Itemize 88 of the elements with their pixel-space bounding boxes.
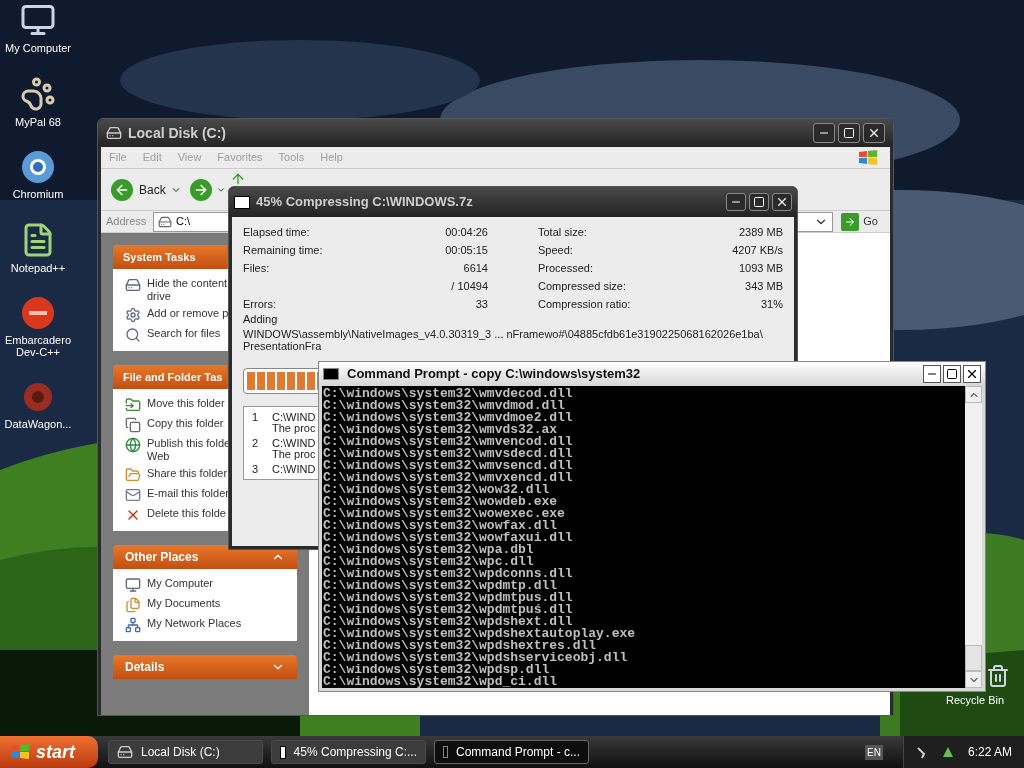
stat-label: Speed: bbox=[538, 242, 573, 258]
console-line: C:\windows\system32\wowfaxui.dll bbox=[323, 532, 573, 544]
error-path: C:\WIND bbox=[272, 436, 316, 448]
console-line: C:\windows\system32\wowexec.exe bbox=[323, 508, 565, 520]
stat-value: 00:04:26 bbox=[445, 224, 488, 240]
task-link[interactable]: Copy this folder bbox=[147, 417, 224, 430]
console-line: C:\windows\system32\wow32.dll bbox=[323, 484, 550, 496]
window-title: 45% Compressing C:\WINDOWS.7z bbox=[256, 193, 473, 212]
console-line: C:\windows\system32\wowfax.dll bbox=[323, 520, 558, 532]
go-button[interactable]: Go bbox=[837, 212, 882, 231]
taskbar-button[interactable]: 45% Compressing C:... bbox=[271, 740, 426, 764]
stat-label: Elapsed time: bbox=[243, 224, 310, 240]
panel-header[interactable]: File and Folder Tas bbox=[113, 365, 227, 389]
stat-value: 4207 KB/s bbox=[732, 242, 783, 258]
address-label: Address bbox=[105, 214, 148, 230]
console-line: C:\windows\system32\wmvsdecd.dll bbox=[323, 448, 573, 460]
task-link[interactable]: E-mail this folder bbox=[147, 487, 229, 500]
console-line: C:\windows\system32\wpc.dll bbox=[323, 556, 534, 568]
desktop-icon-label[interactable]: Chromium bbox=[0, 188, 76, 200]
console-line: C:\windows\system32\wpdsp.dll bbox=[323, 664, 550, 676]
task-link[interactable]: Move this folder bbox=[147, 397, 225, 410]
desktop-icon-label[interactable]: My Computer bbox=[0, 42, 76, 54]
desktop-icon-label[interactable]: Embarcadero Dev-C++ bbox=[0, 334, 76, 358]
task-link[interactable]: Hide the content drive bbox=[147, 277, 228, 303]
console-line: C:\windows\system32\wpd_ci.dll bbox=[323, 676, 558, 688]
console-line: C:\windows\system32\wpdshextres.dll bbox=[323, 640, 597, 652]
desktop-icon-label[interactable]: Notepad++ bbox=[0, 262, 76, 274]
stat-value: 33 bbox=[475, 296, 488, 312]
panel-header[interactable]: System Tasks bbox=[113, 245, 227, 269]
task-link[interactable]: Search for files bbox=[147, 327, 221, 340]
console-line: C:\windows\system32\wpa.dbl bbox=[323, 544, 534, 556]
desktop-icon-label[interactable]: DataWagon... bbox=[0, 418, 76, 430]
stat-value: 1093 MB bbox=[738, 260, 783, 276]
console-line: C:\windows\system32\wowdeb.exe bbox=[323, 496, 558, 508]
stat-value: 6614 bbox=[463, 260, 488, 276]
error-message: The proc bbox=[272, 422, 316, 435]
stat-label: Remaining time: bbox=[243, 242, 323, 258]
error-path: C:\WIND bbox=[272, 462, 316, 474]
window-title: Local Disk (C:) bbox=[128, 123, 226, 143]
console-line: C:\windows\system32\wpdshextautoplay.exe bbox=[323, 628, 636, 640]
stat-label: Compressed size: bbox=[538, 278, 627, 294]
language-indicator[interactable]: EN bbox=[865, 744, 883, 760]
console-line: C:\windows\system32\wpdshserviceobj.dll bbox=[323, 652, 628, 664]
console-line: C:\windows\system32\wpdmtp.dll bbox=[323, 580, 558, 592]
task-link[interactable]: My Computer bbox=[147, 577, 214, 590]
stat-label: Processed: bbox=[538, 260, 594, 276]
console-line: C:\windows\system32\wmvds32.ax bbox=[323, 424, 558, 436]
stat-value: 31% bbox=[760, 296, 783, 312]
stat-label: Errors: bbox=[243, 296, 276, 312]
task-link[interactable]: My Network Places bbox=[147, 617, 242, 630]
console-line: C:\windows\system32\wmvencod.dll bbox=[323, 436, 573, 448]
clock[interactable]: 6:22 AM bbox=[967, 743, 1012, 761]
stat-label: Files: bbox=[243, 260, 270, 276]
stat-value: 343 MB bbox=[745, 278, 783, 294]
window-title: Command Prompt - copy C:\windows\system32 bbox=[347, 365, 641, 384]
stat-value: 00:05:15 bbox=[445, 242, 488, 258]
console-line: C:\windows\system32\wpdshext.dll bbox=[323, 616, 573, 628]
console-line: C:\windows\system32\wmvdecod.dll bbox=[323, 388, 573, 400]
task-link[interactable]: My Documents bbox=[147, 597, 221, 610]
desktop-icon-label[interactable]: Recycle Bin bbox=[946, 694, 1010, 707]
stat-value: 2389 MB bbox=[738, 224, 783, 240]
error-path: C:\WIND bbox=[272, 410, 316, 422]
console-line: C:\windows\system32\wpdmtpuś.dll bbox=[323, 604, 573, 616]
panel-header[interactable]: Details bbox=[113, 655, 297, 679]
taskbar-button[interactable]: Local Disk (C:) bbox=[108, 740, 263, 764]
start-button[interactable]: start bbox=[0, 736, 98, 768]
desktop-icon-label[interactable]: MyPal 68 bbox=[0, 116, 76, 128]
console-line: C:\windows\system32\wmvdmoe2.dll bbox=[323, 412, 573, 424]
console-line: C:\windows\system32\wmvdmod.dll bbox=[323, 400, 565, 412]
console-line: C:\windows\system32\wmvxencd.dll bbox=[323, 472, 573, 484]
stat-label: Total size: bbox=[538, 224, 587, 240]
task-link[interactable]: Delete this folde bbox=[147, 507, 226, 520]
back-button[interactable]: Back bbox=[111, 178, 166, 201]
taskbar-button[interactable]: Command Prompt - c... bbox=[434, 740, 589, 764]
error-number: 3 bbox=[252, 462, 258, 474]
task-link[interactable]: Add or remove p bbox=[147, 307, 229, 320]
stat-label: Compression ratio: bbox=[538, 296, 631, 312]
console-line: C:\windows\system32\wmvsencd.dll bbox=[323, 460, 573, 472]
panel-header[interactable]: Other Places bbox=[113, 545, 297, 569]
task-link[interactable]: Share this folder bbox=[147, 467, 228, 480]
current-file-path: WINDOWS\assembly\NativeImages_v4.0.30319_3 ... nFramewo#\04885cfdb61e3190225068162026e1ba\ PresentationFra bbox=[243, 328, 763, 352]
error-number: 1 bbox=[252, 410, 258, 422]
error-number: 2 bbox=[252, 436, 258, 448]
action-label: Adding bbox=[243, 313, 279, 326]
console-line: C:\windows\system32\wpdmtpus.dll bbox=[323, 592, 573, 604]
stat-value: / 10494 bbox=[451, 278, 488, 294]
console-line: C:\windows\system32\wpdconns.dll bbox=[323, 568, 573, 580]
error-message: The proc bbox=[272, 448, 316, 461]
